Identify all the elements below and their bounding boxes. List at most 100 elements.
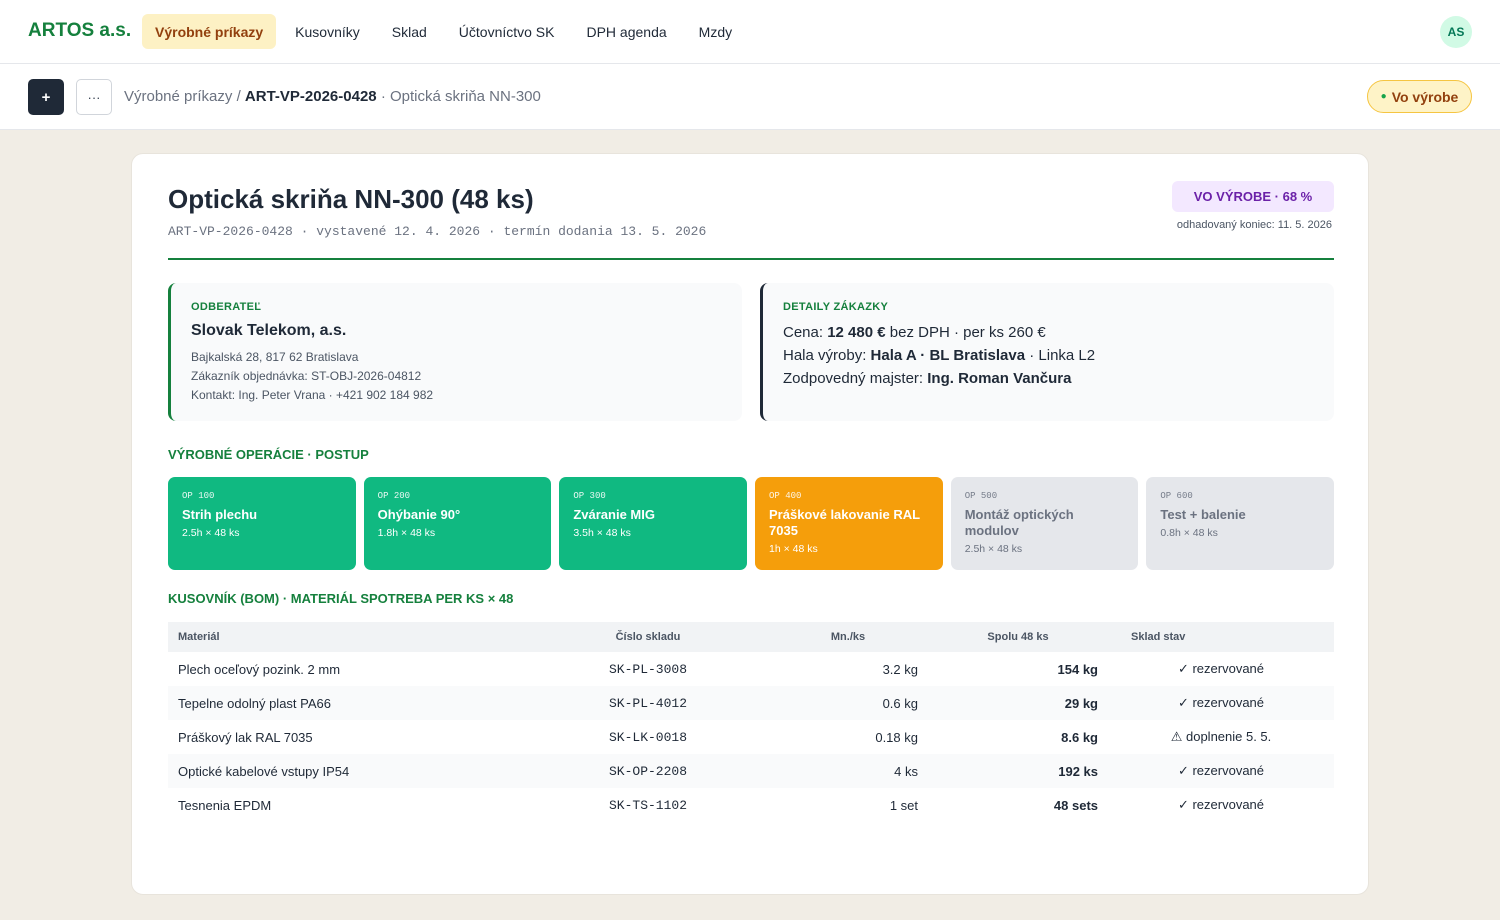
hall-suffix: · Linka L2 xyxy=(1029,347,1096,364)
foreman-value: Ing. Roman Vančura xyxy=(927,370,1072,387)
table-row[interactable]: Optické kabelové vstupy IP54 SK-OP-2208 … xyxy=(168,754,1334,788)
customer-heading: ODBERATEĽ xyxy=(191,301,262,313)
cell-status: ✓ rezervované xyxy=(1177,797,1265,812)
price-line: Cena: 12 480 € bez DPH · per ks 260 € xyxy=(783,324,1314,341)
order-details-box: DETAILY ZÁKAZKY Cena: 12 480 € bez DPH ·… xyxy=(760,283,1334,421)
operation-time: 3.5h × 48 ks xyxy=(573,527,631,539)
cell-total: 29 kg xyxy=(928,686,1108,720)
nav-tab-dph-agenda[interactable]: DPH agenda xyxy=(573,14,679,49)
hall-value: Hala A · BL Bratislava xyxy=(870,347,1026,364)
price-prefix: Cena: xyxy=(783,324,824,341)
breadcrumb-separator: / xyxy=(236,88,241,105)
nav-tab-kusovniky[interactable]: Kusovníky xyxy=(282,14,373,49)
cell-status: ⚠ doplnenie 5. 5. xyxy=(1170,729,1272,744)
operation-card[interactable]: OP 200 Ohýbanie 90° 1.8h × 48 ks xyxy=(363,477,552,570)
operation-code: OP 600 xyxy=(1160,491,1193,501)
cell-total: 192 ks xyxy=(928,754,1108,788)
operation-name: Ohýbanie 90° xyxy=(377,507,461,522)
estimated-end: odhadovaný koniec: 11. 5. 2026 xyxy=(1176,219,1332,231)
operation-code: OP 300 xyxy=(573,491,606,501)
breadcrumb-suffix: · Optická skriňa NN-300 xyxy=(380,88,541,105)
col-material[interactable]: Materiál xyxy=(168,622,528,652)
operation-time: 1h × 48 ks xyxy=(769,543,818,555)
cell-status: ✓ rezervované xyxy=(1177,661,1265,676)
cell-material: Tesnenia EPDM xyxy=(178,797,272,813)
table-row[interactable]: Tesnenia EPDM SK-TS-1102 1 set 48 sets ✓… xyxy=(168,788,1334,822)
operations-heading: VÝROBNÉ OPERÁCIE · POSTUP xyxy=(168,447,369,462)
breadcrumb: Výrobné príkazy / ART-VP-2026-0428 · Opt… xyxy=(124,88,541,105)
nav-tab-uctovnictvo[interactable]: Účtovníctvo SK xyxy=(446,14,568,49)
cell-total: 8.6 kg xyxy=(1061,729,1098,745)
customer-box: ODBERATEĽ Slovak Telekom, a.s. Bajkalská… xyxy=(168,283,742,421)
hall-prefix: Hala výroby: xyxy=(783,347,867,364)
progress-badge: VO VÝROBE · 68 % xyxy=(1172,181,1334,212)
nav-tab-sklad[interactable]: Sklad xyxy=(379,14,440,49)
order-meta: ART-VP-2026-0428 · vystavené 12. 4. 2026… xyxy=(168,224,707,239)
customer-order-ref: Zákazník objednávka: ST-OBJ-2026-04812 xyxy=(191,369,422,383)
cell-per-unit: 3.2 kg xyxy=(882,661,918,677)
order-card: Optická skriňa NN-300 (48 ks) ART-VP-202… xyxy=(131,153,1369,895)
operation-name: Strih plechu xyxy=(182,507,258,522)
cell-material: Tepelne odolný plast PA66 xyxy=(168,686,528,720)
cell-sku: SK-PL-4012 xyxy=(528,686,768,720)
operation-card[interactable]: OP 300 Zváranie MIG 3.5h × 48 ks xyxy=(559,477,748,570)
nav-tab-vyrobne-prikazy[interactable]: Výrobné príkazy xyxy=(142,14,277,49)
cell-total: 48 sets xyxy=(1053,797,1098,813)
operation-code: OP 400 xyxy=(769,491,802,501)
nav-tab-mzdy[interactable]: Mzdy xyxy=(686,14,745,49)
operation-card[interactable]: OP 400 Práškové lakovanie RAL 7035 1h × … xyxy=(755,477,943,570)
cell-sku: SK-PL-3008 xyxy=(608,661,687,677)
bom-heading: KUSOVNÍK (BOM) · MATERIÁL SPOTREBA PER K… xyxy=(168,591,514,606)
hall-line: Hala výroby: Hala A · BL Bratislava · Li… xyxy=(783,347,1314,364)
operation-card[interactable]: OP 500 Montáž optických modulov 2.5h × 4… xyxy=(950,477,1139,570)
cell-status: ✓ rezervované xyxy=(1108,686,1334,720)
divider xyxy=(168,258,1334,260)
cell-material: Plech oceľový pozink. 2 mm xyxy=(178,661,341,677)
operation-time: 2.5h × 48 ks xyxy=(182,527,240,539)
foreman-line: Zodpovedný majster: Ing. Roman Vančura xyxy=(783,370,1314,387)
cell-sku: SK-OP-2208 xyxy=(528,754,768,788)
operation-card[interactable]: OP 600 Test + balenie 0.8h × 48 ks xyxy=(1146,477,1335,570)
cell-material: Práškový lak RAL 7035 xyxy=(178,729,313,745)
customer-contact: Kontakt: Ing. Peter Vrana · +421 902 184… xyxy=(191,388,434,402)
status-dot-icon: ● xyxy=(1380,91,1387,102)
cell-per-unit: 0.6 kg xyxy=(768,686,928,720)
operations-list: OP 100 Strih plechu 2.5h × 48 ks OP 200 … xyxy=(168,477,1335,570)
page-title: Optická skriňa NN-300 (48 ks) xyxy=(168,184,534,214)
customer-address: Bajkalská 28, 817 62 Bratislava xyxy=(191,350,359,364)
foreman-prefix: Zodpovedný majster: xyxy=(783,370,924,387)
operation-code: OP 100 xyxy=(182,491,215,501)
operation-time: 2.5h × 48 ks xyxy=(964,543,1023,555)
breadcrumb-current: ART-VP-2026-0428 xyxy=(244,88,377,105)
col-sku[interactable]: Číslo skladu xyxy=(528,622,768,652)
status-badge[interactable]: ● Vo výrobe xyxy=(1367,80,1472,113)
details-heading: DETAILY ZÁKAZKY xyxy=(783,301,889,313)
cell-per-unit: 4 ks xyxy=(768,754,928,788)
user-avatar[interactable]: AS xyxy=(1440,16,1472,48)
breadcrumb-root-link[interactable]: Výrobné príkazy xyxy=(124,88,232,105)
cell-per-unit: 0.18 kg xyxy=(875,729,918,745)
col-total[interactable]: Spolu 48 ks xyxy=(928,622,1108,652)
add-button[interactable]: + xyxy=(28,79,64,115)
operation-name: Test + balenie xyxy=(1160,507,1246,522)
cell-sku: SK-TS-1102 xyxy=(608,797,687,813)
table-row[interactable]: Plech oceľový pozink. 2 mm SK-PL-3008 3.… xyxy=(168,652,1334,686)
operation-name: Montáž optických modulov xyxy=(964,507,1074,538)
operation-time: 0.8h × 48 ks xyxy=(1160,527,1218,539)
brand-logo[interactable]: ARTOS a.s. xyxy=(28,20,131,42)
price-suffix: bez DPH · per ks 260 € xyxy=(889,324,1046,341)
operation-code: OP 500 xyxy=(964,491,998,501)
operation-name: Práškové lakovanie RAL 7035 xyxy=(769,507,920,538)
operation-card[interactable]: OP 100 Strih plechu 2.5h × 48 ks xyxy=(168,477,356,570)
toolbar: + ··· Výrobné príkazy / ART-VP-2026-0428… xyxy=(0,64,1500,130)
customer-name: Slovak Telekom, a.s. xyxy=(191,322,347,339)
table-header-row: Materiál Číslo skladu Mn./ks Spolu 48 ks… xyxy=(168,622,1334,652)
table-row[interactable]: Práškový lak RAL 7035 SK-LK-0018 0.18 kg… xyxy=(168,720,1334,754)
more-options-button[interactable]: ··· xyxy=(76,79,112,115)
table-row[interactable]: Tepelne odolný plast PA66 SK-PL-4012 0.6… xyxy=(168,686,1334,720)
col-per-unit[interactable]: Mn./ks xyxy=(768,622,928,652)
top-navigation: ARTOS a.s. Výrobné príkazy Kusovníky Skl… xyxy=(0,0,1500,64)
operation-code: OP 200 xyxy=(377,491,411,501)
col-status[interactable]: Sklad stav xyxy=(1108,622,1334,652)
nav-tabs: Výrobné príkazy Kusovníky Sklad Účtovníc… xyxy=(142,14,751,49)
